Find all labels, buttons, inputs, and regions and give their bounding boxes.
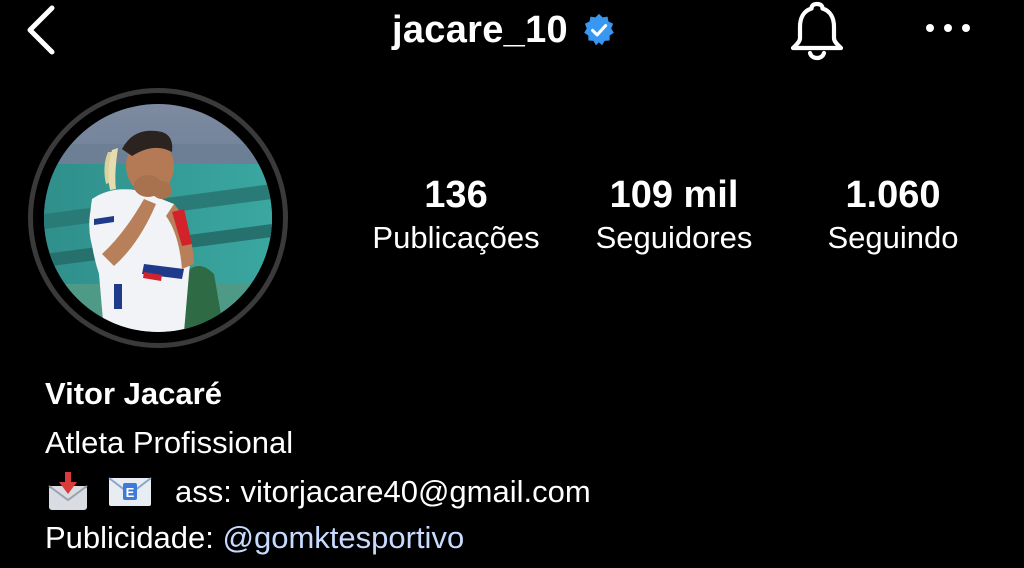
ads-handle-link[interactable]: @gomktesportivo <box>223 520 465 555</box>
profile-header: jacare_10 <box>0 0 1024 62</box>
header-title: jacare_10 <box>392 6 616 54</box>
profile-category: Atleta Profissional <box>45 425 294 460</box>
notifications-button[interactable] <box>786 0 848 62</box>
verified-badge-icon <box>584 13 614 46</box>
stat-followers[interactable]: 109 mil Seguidores <box>570 172 778 258</box>
contact-email-text: ass: vitorjacare40@gmail.com <box>175 474 591 509</box>
email-icon: E <box>108 477 152 506</box>
following-count: 1.060 <box>845 174 941 216</box>
bio-ads-line: Publicidade: @gomktesportivo <box>45 518 464 558</box>
ads-prefix: Publicidade: <box>45 520 223 555</box>
bio-contact-line: E ass: vitorjacare40@gmail.com <box>45 470 591 514</box>
posts-label: Publicações <box>372 220 540 255</box>
chevron-left-icon <box>27 5 55 55</box>
followers-label: Seguidores <box>595 220 753 255</box>
username-title: jacare_10 <box>392 8 568 51</box>
stat-following[interactable]: 1.060 Seguindo <box>798 172 988 258</box>
posts-count: 136 <box>424 174 488 216</box>
bell-icon <box>790 1 844 61</box>
avatar[interactable] <box>44 104 272 332</box>
more-options-button[interactable] <box>920 8 976 48</box>
stat-posts[interactable]: 136 Publicações <box>352 172 560 258</box>
profile-photo <box>44 104 272 332</box>
following-label: Seguindo <box>827 220 959 255</box>
inbox-tray-icon <box>48 472 88 510</box>
followers-count: 109 mil <box>609 174 739 216</box>
back-button[interactable] <box>18 2 64 58</box>
svg-text:E: E <box>126 485 135 500</box>
profile-name: Vitor Jacaré <box>45 376 222 411</box>
ellipsis-icon <box>926 24 970 32</box>
